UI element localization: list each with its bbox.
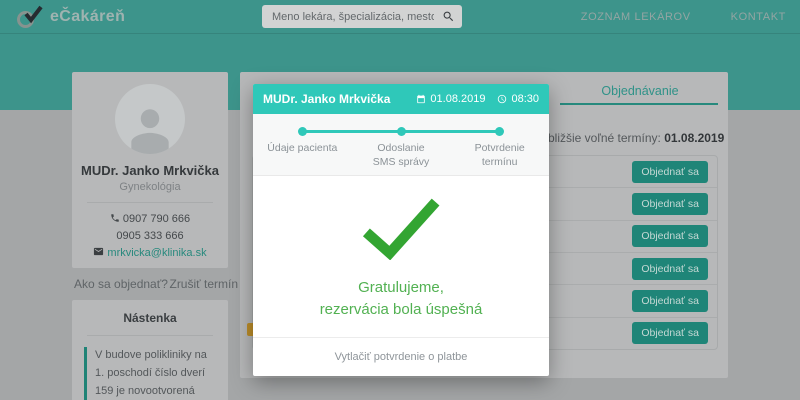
- step-label-odoslanie-sms: Odoslanie SMS správy: [352, 141, 451, 169]
- calendar-icon: [416, 94, 426, 104]
- modal-time: 08:30: [511, 93, 539, 105]
- modal-body: Gratulujeme, rezervácia bola úspešná: [253, 176, 549, 337]
- print-receipt-link[interactable]: Vytlačiť potvrdenie o platbe: [335, 351, 468, 363]
- step-label-udaje-pacienta: Údaje pacienta: [253, 141, 352, 169]
- modal-doctor-name: MUDr. Janko Mrkvička: [263, 92, 390, 106]
- success-message: Gratulujeme, rezervácia bola úspešná: [253, 277, 549, 321]
- step-dot-1: [298, 127, 307, 136]
- reservation-success-modal: MUDr. Janko Mrkvička 01.08.2019 08:30: [253, 84, 549, 376]
- step-dot-3: [495, 127, 504, 136]
- page: eČakáreň ZOZNAM LEKÁROV KONTAKT MUDr. Ja…: [0, 0, 800, 400]
- date-chip: 01.08.2019: [416, 93, 485, 105]
- stepper-dots: [253, 127, 549, 136]
- modal-header: MUDr. Janko Mrkvička 01.08.2019 08:30: [253, 84, 549, 114]
- success-check-icon: [357, 196, 445, 260]
- modal-datetime: 01.08.2019 08:30: [416, 93, 539, 105]
- step-label-potvrdenie-terminu: Potvrdenie termínu: [450, 141, 549, 169]
- time-chip: 08:30: [497, 93, 539, 105]
- clock-icon: [497, 94, 507, 104]
- stepper-labels: Údaje pacienta Odoslanie SMS správy Potv…: [253, 141, 549, 169]
- modal-footer: Vytlačiť potvrdenie o platbe: [253, 337, 549, 376]
- modal-date: 01.08.2019: [430, 93, 485, 105]
- progress-stepper: Údaje pacienta Odoslanie SMS správy Potv…: [253, 114, 549, 176]
- step-dot-2: [397, 127, 406, 136]
